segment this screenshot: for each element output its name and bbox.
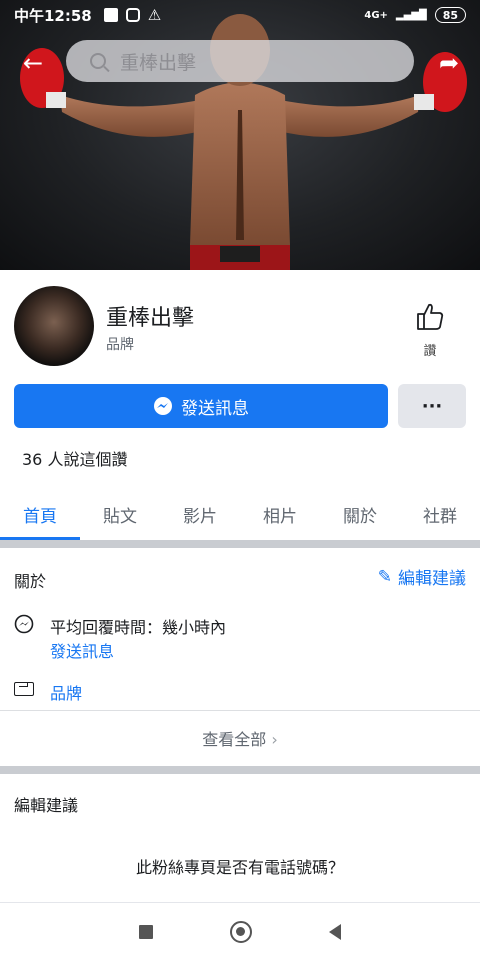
tab-home[interactable]: 首頁 (0, 488, 80, 540)
search-icon (90, 53, 106, 69)
tab-bar: 首頁 貼文 影片 相片 關於 社群 (0, 488, 480, 540)
page-category: 品牌 (106, 337, 134, 353)
tab-photos[interactable]: 相片 (240, 488, 320, 540)
network-label: 4G+ (364, 9, 388, 21)
like-button[interactable]: 讚 (410, 300, 450, 359)
upload-icon (103, 8, 118, 22)
home-icon[interactable] (229, 920, 252, 943)
response-time: 平均回覆時間：幾小時內 (50, 618, 227, 637)
signal-icon: ▂▄▆█ (395, 9, 427, 21)
edit-suggestion-link[interactable]: ✎ 編輯建議 (377, 564, 466, 590)
about-section: 關於 ✎ 編輯建議 平均回覆時間：幾小時內 發送訊息 品牌 查看全部 › (0, 548, 480, 764)
back-icon[interactable]: ← (16, 46, 50, 80)
see-all-label: 查看全部 (202, 730, 267, 749)
suggest-title: 編輯建議 (14, 796, 79, 815)
system-nav-bar (0, 902, 480, 960)
status-bar: 中午12:58 ⚠ 4G+ ▂▄▆█ 85 (0, 0, 480, 30)
tab-videos[interactable]: 影片 (160, 488, 240, 540)
tab-about[interactable]: 關於 (320, 488, 400, 540)
likes-count: 36 人說這個讚 (22, 450, 128, 469)
divider (0, 710, 480, 711)
messenger-icon (14, 614, 34, 634)
back-triangle-icon[interactable] (329, 923, 342, 940)
category-icon (14, 682, 34, 696)
see-all-link[interactable]: 查看全部 › (0, 726, 480, 750)
search-placeholder: 重棒出擊 (120, 51, 197, 74)
tab-posts[interactable]: 貼文 (80, 488, 160, 540)
warning-icon: ⚠ (147, 6, 162, 24)
phone-question: 此粉絲專頁是否有電話號碼？ (135, 858, 344, 877)
share-icon[interactable]: ➦ (432, 46, 466, 80)
more-options-button[interactable]: ··· (398, 384, 466, 428)
category-link[interactable]: 品牌 (50, 680, 82, 704)
status-time: 中午12:58 (14, 6, 92, 25)
page-title: 重棒出擊 (106, 306, 195, 331)
thumbs-up-icon (417, 303, 444, 330)
search-input[interactable]: 重棒出擊 (66, 40, 414, 82)
pencil-icon: ✎ (377, 566, 392, 587)
chevron-right-icon: › (271, 730, 278, 749)
instagram-icon (125, 8, 140, 22)
avatar[interactable] (14, 286, 94, 366)
section-separator (0, 766, 480, 774)
recent-apps-icon[interactable] (138, 924, 153, 939)
messenger-icon (154, 397, 172, 415)
send-message-label: 發送訊息 (181, 398, 249, 419)
about-title: 關於 (14, 572, 47, 591)
tab-community[interactable]: 社群 (400, 488, 480, 540)
section-separator (0, 540, 480, 548)
battery-indicator: 85 (434, 7, 466, 23)
like-label: 讚 (423, 344, 437, 359)
edit-suggestion-label: 編輯建議 (398, 569, 466, 589)
send-message-button[interactable]: 發送訊息 (14, 384, 388, 428)
send-message-link[interactable]: 發送訊息 (50, 638, 114, 662)
